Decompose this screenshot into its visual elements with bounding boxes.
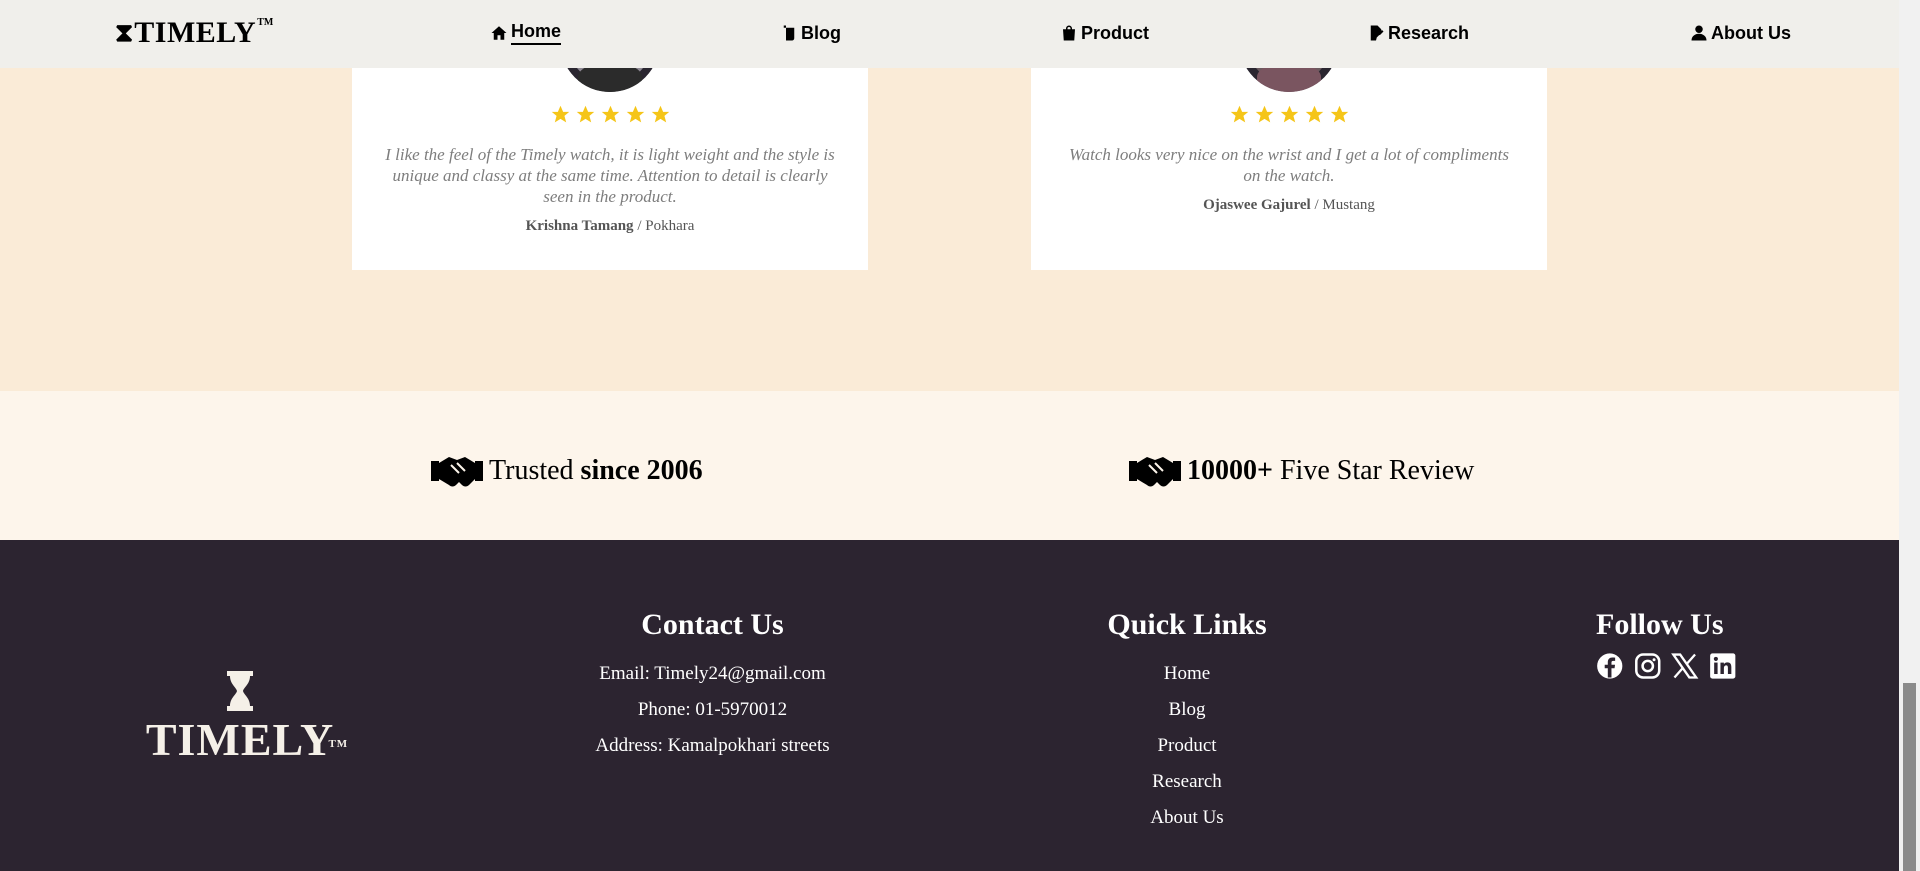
trust-band: Trusted since 2006 10000+ Five Star Revi… — [0, 391, 1899, 540]
star-icon — [601, 105, 619, 123]
trust-since: Trusted since 2006 — [431, 453, 703, 489]
star-icon — [576, 105, 594, 123]
blog-icon — [783, 25, 795, 41]
testimonial-card: Watch looks very nice on the wrist and I… — [1031, 40, 1547, 270]
social-links — [1596, 652, 1736, 680]
footer-link-home[interactable]: Home — [1087, 656, 1287, 692]
scrollbar-thumb[interactable] — [1903, 683, 1916, 871]
user-icon — [1691, 25, 1707, 41]
testimonial-card: I like the feel of the Timely watch, it … — [352, 40, 868, 270]
home-icon — [491, 26, 507, 40]
star-icon — [1305, 105, 1323, 123]
star-icon — [1230, 105, 1248, 123]
nav-home[interactable]: Home — [490, 20, 562, 46]
footer-link-blog[interactable]: Blog — [1087, 692, 1287, 728]
handshake-icon — [431, 457, 483, 487]
rating-stars — [1031, 104, 1547, 125]
handshake-icon — [1129, 457, 1181, 487]
testimonial-quote: Watch looks very nice on the wrist and I… — [1069, 145, 1509, 185]
testimonial-author: Krishna Tamang / Pokhara — [352, 218, 868, 235]
footer-link-product[interactable]: Product — [1087, 728, 1287, 764]
star-icon — [1255, 105, 1273, 123]
star-icon — [1330, 105, 1348, 123]
nav-product[interactable]: Product — [1060, 20, 1149, 46]
star-icon — [651, 105, 669, 123]
author-name: Ojaswee Gajurel — [1203, 197, 1311, 213]
nav-research[interactable]: Research — [1367, 20, 1469, 46]
testimonial-quote: I like the feel of the Timely watch, it … — [385, 145, 835, 206]
contact-address: Address: Kamalpokhari streets — [595, 735, 830, 756]
author-location: / Mustang — [1314, 197, 1375, 213]
contact-column: Contact Us Email: Timely24@gmail.com Pho… — [560, 608, 865, 764]
star-icon — [626, 105, 644, 123]
quick-links-column: Quick Links Home Blog Product Research A… — [1087, 608, 1287, 836]
instagram-icon[interactable] — [1634, 652, 1662, 680]
x-icon[interactable] — [1671, 652, 1699, 680]
nav-about-us[interactable]: About Us — [1690, 20, 1791, 46]
site-footer: TIMELY TM Contact Us Email: Timely24@gmai… — [0, 540, 1899, 871]
rating-stars — [352, 104, 868, 125]
contact-title: Contact Us — [641, 608, 784, 641]
contact-email[interactable]: Email: Timely24@gmail.com — [560, 656, 865, 692]
follow-title: Follow Us — [1596, 608, 1724, 641]
footer-link-about-us[interactable]: About Us — [1087, 800, 1287, 836]
site-logo[interactable]: ⧗ TIMELY TM — [115, 14, 273, 52]
nav-blog[interactable]: Blog — [780, 20, 841, 46]
hourglass-icon — [227, 671, 253, 711]
testimonials-section: I like the feel of the Timely watch, it … — [0, 40, 1899, 391]
shopping-bag-icon — [1063, 25, 1075, 41]
footer-logo[interactable]: TIMELY TM — [145, 670, 347, 763]
contact-phone[interactable]: Phone: 01-5970012 — [560, 692, 865, 728]
author-name: Krishna Tamang — [525, 218, 634, 234]
testimonial-author: Ojaswee Gajurel / Mustang — [1031, 197, 1547, 214]
linkedin-icon[interactable] — [1709, 652, 1737, 680]
facebook-icon[interactable] — [1596, 652, 1624, 680]
trust-reviews: 10000+ Five Star Review — [1129, 453, 1474, 489]
quick-links-title: Quick Links — [1107, 608, 1267, 641]
hourglass-icon: ⧗ — [115, 18, 134, 47]
star-icon — [1280, 105, 1298, 123]
site-header: ⧗ TIMELY TM Home Blog Product Research A… — [0, 0, 1899, 68]
footer-link-research[interactable]: Research — [1087, 764, 1287, 800]
author-location: / Pokhara — [637, 218, 695, 234]
star-icon — [551, 105, 569, 123]
research-doc-icon — [1370, 25, 1384, 41]
follow-column: Follow Us — [1596, 608, 1736, 680]
